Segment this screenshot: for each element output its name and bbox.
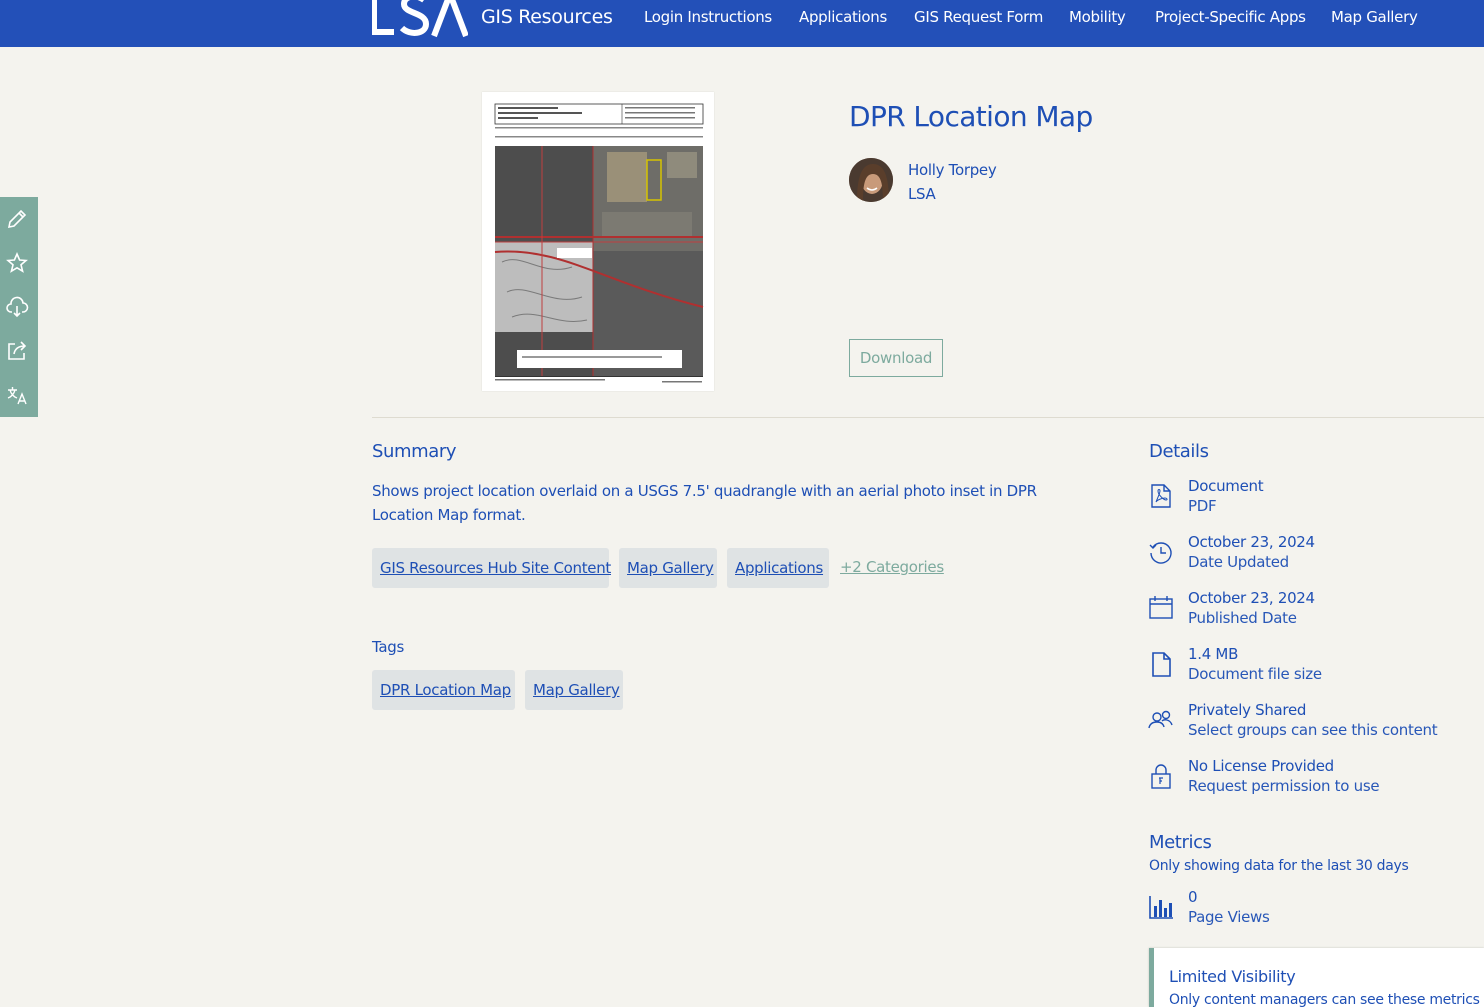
nav-project-specific-apps[interactable]: Project-Specific Apps xyxy=(1155,8,1306,26)
limited-visibility-notice: Limited Visibility Only content managers… xyxy=(1149,948,1484,1007)
detail-sharing-sub: Select groups can see this content xyxy=(1188,721,1438,739)
category-chip[interactable]: Applications xyxy=(727,548,829,588)
item-thumbnail[interactable] xyxy=(482,92,714,391)
translate-icon[interactable] xyxy=(5,383,29,407)
author-avatar[interactable] xyxy=(849,158,893,202)
detail-sharing: Privately Shared xyxy=(1188,701,1307,719)
detail-updated-sub: Date Updated xyxy=(1188,553,1289,571)
detail-published: October 23, 2024 xyxy=(1188,589,1315,607)
share-icon[interactable] xyxy=(5,339,29,363)
detail-published-sub: Published Date xyxy=(1188,609,1297,627)
action-sidebar xyxy=(0,197,38,417)
file-icon xyxy=(1152,652,1171,677)
bar-chart-icon xyxy=(1149,896,1173,919)
detail-size: 1.4 MB xyxy=(1188,645,1239,663)
nav-map-gallery[interactable]: Map Gallery xyxy=(1331,8,1418,26)
favorite-icon[interactable] xyxy=(5,251,29,275)
calendar-icon xyxy=(1149,596,1173,619)
category-chip[interactable]: GIS Resources Hub Site Content xyxy=(372,548,611,588)
nav-applications[interactable]: Applications xyxy=(799,8,887,26)
cloud-download-icon[interactable] xyxy=(5,295,29,319)
limited-visibility-text: Only content managers can see these metr… xyxy=(1169,992,1480,1007)
item-title: DPR Location Map xyxy=(849,100,1093,133)
group-icon xyxy=(1148,710,1173,729)
section-divider xyxy=(372,417,1484,418)
download-button[interactable]: Download xyxy=(849,339,943,377)
lock-icon xyxy=(1151,764,1171,789)
pdf-icon xyxy=(1151,484,1171,508)
tags-heading: Tags xyxy=(372,638,405,656)
nav-mobility[interactable]: Mobility xyxy=(1069,8,1126,26)
page-views-value: 0 xyxy=(1188,888,1198,906)
nav-gis-request-form[interactable]: GIS Request Form xyxy=(914,8,1043,26)
site-brand-title[interactable]: GIS Resources xyxy=(481,6,613,28)
history-icon xyxy=(1149,542,1172,564)
edit-icon[interactable] xyxy=(5,207,29,231)
metrics-note: Only showing data for the last 30 days xyxy=(1149,858,1409,874)
detail-size-sub: Document file size xyxy=(1188,665,1322,683)
map-thumbnail-image xyxy=(494,103,704,383)
detail-type-sub: PDF xyxy=(1188,497,1217,515)
detail-license-sub[interactable]: Request permission to use xyxy=(1188,777,1380,795)
page-views-label: Page Views xyxy=(1188,908,1270,926)
summary-text: Shows project location overlaid on a USG… xyxy=(372,482,1037,524)
author-organization: LSA xyxy=(908,185,936,203)
author-name-link[interactable]: Holly Torpey xyxy=(908,161,997,179)
more-categories-link[interactable]: +2 Categories xyxy=(840,558,944,576)
metrics-heading: Metrics xyxy=(1149,832,1212,853)
summary-heading: Summary xyxy=(372,441,457,462)
category-chip[interactable]: Map Gallery xyxy=(619,548,717,588)
top-nav-bar: GIS Resources Login Instructions Applica… xyxy=(0,0,1484,47)
limited-visibility-title: Limited Visibility xyxy=(1169,967,1296,986)
tag-chip[interactable]: DPR Location Map xyxy=(372,670,515,710)
nav-login-instructions[interactable]: Login Instructions xyxy=(644,8,772,26)
details-heading: Details xyxy=(1149,441,1209,462)
detail-updated: October 23, 2024 xyxy=(1188,533,1315,551)
detail-license[interactable]: No License Provided xyxy=(1188,757,1334,775)
tag-chip[interactable]: Map Gallery xyxy=(525,670,623,710)
detail-type: Document xyxy=(1188,477,1264,495)
lsa-logo[interactable] xyxy=(372,0,468,38)
